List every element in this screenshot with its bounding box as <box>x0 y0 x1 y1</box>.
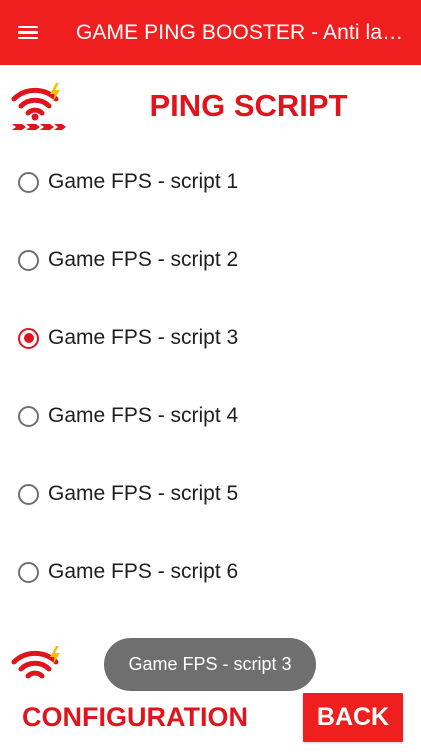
radio-option-script-6[interactable]: Game FPS - script 6 <box>18 552 238 592</box>
radio-option-script-2[interactable]: Game FPS - script 2 <box>18 240 238 280</box>
radio-label: Game FPS - script 6 <box>48 560 239 583</box>
hamburger-menu-icon[interactable] <box>0 0 56 65</box>
radio-label: Game FPS - script 1 <box>48 170 239 193</box>
section-title-ping-script: PING SCRIPT <box>149 88 348 123</box>
radio-button[interactable] <box>18 405 39 427</box>
radio-option-script-4[interactable]: Game FPS - script 4 <box>18 396 238 436</box>
radio-label: Game FPS - script 2 <box>48 248 239 271</box>
radio-label: Game FPS - script 5 <box>48 482 239 505</box>
app-title: GAME PING BOOSTER - Anti lag... <box>76 21 410 44</box>
toast-message: Game FPS - script 3 <box>104 638 316 691</box>
radio-button[interactable] <box>18 171 39 193</box>
radio-label: Game FPS - script 4 <box>48 404 239 427</box>
radio-button[interactable] <box>18 483 39 505</box>
radio-option-script-1[interactable]: Game FPS - script 1 <box>18 162 238 202</box>
radio-label: Game FPS - script 3 <box>48 326 239 349</box>
radio-option-script-3[interactable]: Game FPS - script 3 <box>18 318 238 358</box>
radio-option-script-5[interactable]: Game FPS - script 5 <box>18 474 238 514</box>
radio-button-selected[interactable] <box>18 327 39 349</box>
configuration-heading: CONFIGURATION <box>22 702 248 732</box>
radio-button[interactable] <box>18 561 39 583</box>
app-bar: GAME PING BOOSTER - Anti lag... <box>0 0 421 65</box>
back-button[interactable]: BACK <box>303 693 403 742</box>
radio-button[interactable] <box>18 249 39 271</box>
